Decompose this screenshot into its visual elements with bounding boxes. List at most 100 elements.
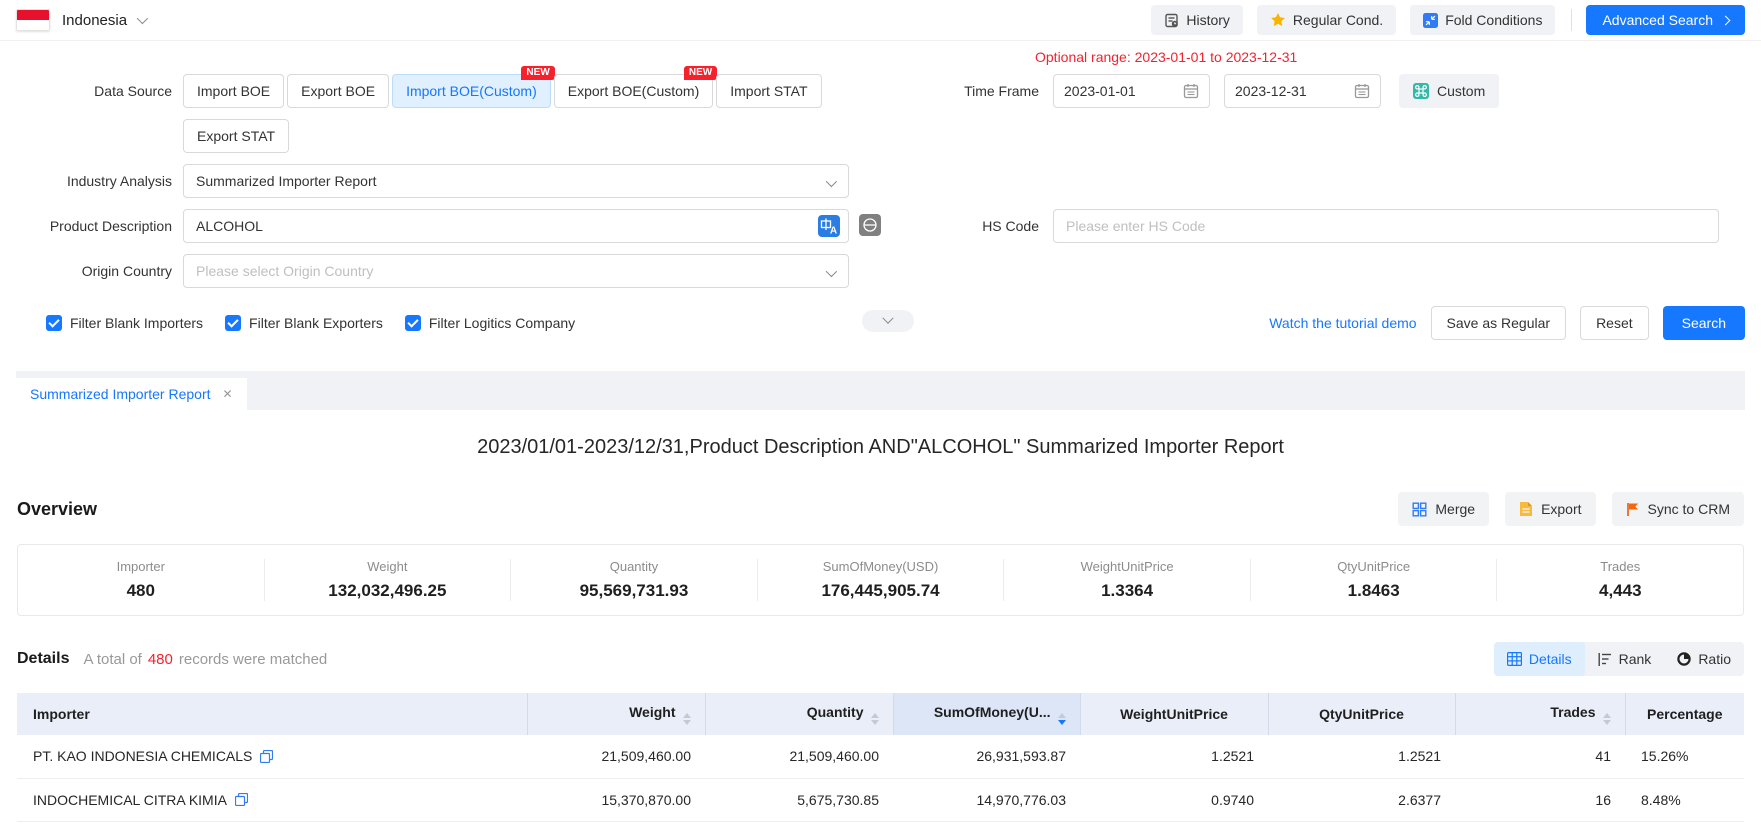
pie-chart-icon: [1677, 652, 1691, 666]
chevron-down-icon: [826, 176, 837, 187]
svg-text:A: A: [830, 226, 837, 237]
sort-icon[interactable]: [871, 713, 879, 725]
synonym-button[interactable]: [859, 214, 881, 239]
merge-button[interactable]: Merge: [1398, 492, 1489, 526]
col-trades[interactable]: Trades: [1455, 693, 1625, 735]
custom-icon: [1413, 83, 1429, 99]
collapse-conditions-button[interactable]: [862, 310, 914, 332]
data-source-label: Data Source: [16, 83, 172, 99]
industry-analysis-label: Industry Analysis: [16, 173, 172, 189]
data-source-import-boe[interactable]: Import BOE: [183, 74, 284, 108]
table-row: PT. KAO INDONESIA CHEMICALS 21,509,460.0…: [17, 735, 1744, 778]
data-source-import-stat[interactable]: Import STAT: [716, 74, 821, 108]
report-content: 2023/01/01-2023/12/31,Product Descriptio…: [0, 436, 1761, 822]
stat-sum-of-money: SumOfMoney(USD) 176,445,905.74: [758, 559, 1005, 601]
chevron-right-icon: [1721, 15, 1731, 25]
translate-icon: A: [818, 215, 840, 237]
col-weight[interactable]: Weight: [527, 693, 705, 735]
close-icon[interactable]: ✕: [223, 387, 233, 401]
importer-table: Importer Weight Quantity SumOfMoney(U...…: [17, 693, 1744, 822]
overview-stats-card: Importer 480 Weight 132,032,496.25 Quant…: [17, 544, 1744, 616]
stat-weight: Weight 132,032,496.25: [265, 559, 512, 601]
date-from-input[interactable]: [1053, 74, 1210, 108]
filter-blank-exporters-checkbox[interactable]: Filter Blank Exporters: [225, 315, 383, 331]
stat-qty-unit-price: QtyUnitPrice 1.8463: [1251, 559, 1498, 601]
details-heading: Details: [17, 650, 69, 668]
stat-importer: Importer 480: [18, 559, 265, 601]
star-icon: [1270, 12, 1286, 28]
overview-heading: Overview: [17, 499, 97, 520]
product-description-input[interactable]: A: [183, 209, 849, 243]
calendar-icon: [1183, 83, 1199, 99]
tab-summarized-importer-report[interactable]: Summarized Importer Report ✕: [16, 378, 247, 410]
view-ratio-button[interactable]: Ratio: [1664, 642, 1744, 676]
date-to-input[interactable]: [1224, 74, 1381, 108]
importer-name[interactable]: INDOCHEMICAL CITRA KIMIA: [33, 792, 227, 808]
calendar-icon: [1354, 83, 1370, 99]
stat-quantity: Quantity 95,569,731.93: [511, 559, 758, 601]
view-details-button[interactable]: Details: [1494, 642, 1585, 676]
chevron-down-icon[interactable]: [137, 13, 148, 24]
custom-range-button[interactable]: Custom: [1399, 74, 1499, 108]
checkbox-checked-icon[interactable]: [405, 315, 421, 331]
importer-name[interactable]: PT. KAO INDONESIA CHEMICALS: [33, 748, 252, 764]
view-switcher: Details Rank Ratio: [1494, 642, 1744, 676]
flag-icon: [1626, 502, 1640, 517]
optional-range-hint: Optional range: 2023-01-01 to 2023-12-31: [1035, 49, 1297, 65]
sort-icon[interactable]: [683, 713, 691, 725]
col-qty-unit-price[interactable]: QtyUnitPrice: [1268, 693, 1455, 735]
new-badge: NEW: [521, 66, 554, 80]
col-weight-unit-price[interactable]: WeightUnitPrice: [1080, 693, 1268, 735]
export-icon: [1519, 501, 1533, 517]
data-source-export-stat[interactable]: Export STAT: [183, 119, 289, 153]
sync-to-crm-button[interactable]: Sync to CRM: [1612, 492, 1744, 526]
stat-weight-unit-price: WeightUnitPrice 1.3364: [1004, 559, 1251, 601]
table-icon: [1507, 652, 1522, 666]
history-button[interactable]: History: [1151, 5, 1243, 35]
filter-logitics-company-checkbox[interactable]: Filter Logitics Company: [405, 315, 575, 331]
filter-blank-importers-checkbox[interactable]: Filter Blank Importers: [46, 315, 203, 331]
indonesia-flag-icon: [16, 9, 50, 31]
col-importer[interactable]: Importer: [17, 693, 527, 735]
product-description-label: Product Description: [16, 218, 172, 234]
country-selector-label[interactable]: Indonesia: [62, 12, 127, 29]
col-percentage[interactable]: Percentage: [1625, 693, 1744, 735]
regular-cond-button[interactable]: Regular Cond.: [1257, 5, 1396, 35]
matched-count: 480: [148, 651, 173, 668]
sort-icon-active[interactable]: [1058, 713, 1066, 725]
search-button[interactable]: Search: [1663, 306, 1745, 340]
synonym-icon: [859, 214, 881, 236]
history-icon: [1164, 13, 1179, 28]
company-copy-icon[interactable]: [235, 793, 248, 806]
tab-bar: Summarized Importer Report ✕: [16, 371, 1745, 410]
col-sum-of-money[interactable]: SumOfMoney(U...: [893, 693, 1080, 735]
reset-button[interactable]: Reset: [1580, 306, 1649, 340]
export-button[interactable]: Export: [1505, 492, 1595, 526]
rank-icon: [1598, 652, 1612, 666]
industry-analysis-select[interactable]: Summarized Importer Report: [183, 164, 849, 198]
data-source-export-boe-custom[interactable]: Export BOE(Custom) NEW: [554, 74, 713, 108]
data-source-import-boe-custom[interactable]: Import BOE(Custom) NEW: [392, 74, 551, 108]
tutorial-demo-link[interactable]: Watch the tutorial demo: [1269, 315, 1416, 331]
company-copy-icon[interactable]: [260, 750, 273, 763]
sort-icon[interactable]: [1603, 713, 1611, 725]
fold-conditions-button[interactable]: Fold Conditions: [1410, 5, 1555, 35]
advanced-search-button[interactable]: Advanced Search: [1586, 5, 1745, 35]
table-header-row: Importer Weight Quantity SumOfMoney(U...…: [17, 693, 1744, 735]
report-title: 2023/01/01-2023/12/31,Product Descriptio…: [17, 436, 1744, 459]
data-source-export-boe[interactable]: Export BOE: [287, 74, 389, 108]
view-rank-button[interactable]: Rank: [1585, 642, 1665, 676]
checkbox-checked-icon[interactable]: [225, 315, 241, 331]
translate-button[interactable]: A: [818, 215, 840, 240]
save-as-regular-button[interactable]: Save as Regular: [1431, 306, 1567, 340]
matched-records-text: A total of480records were matched: [83, 651, 327, 668]
col-quantity[interactable]: Quantity: [705, 693, 893, 735]
data-source-options: Import BOE Export BOE Import BOE(Custom)…: [183, 74, 849, 108]
hs-code-label: HS Code: [891, 218, 1039, 234]
chevron-down-icon: [882, 313, 893, 324]
hs-code-input[interactable]: [1053, 209, 1719, 243]
origin-country-label: Origin Country: [16, 263, 172, 279]
origin-country-select[interactable]: Please select Origin Country: [183, 254, 849, 288]
checkbox-checked-icon[interactable]: [46, 315, 62, 331]
fold-icon: [1423, 13, 1438, 28]
